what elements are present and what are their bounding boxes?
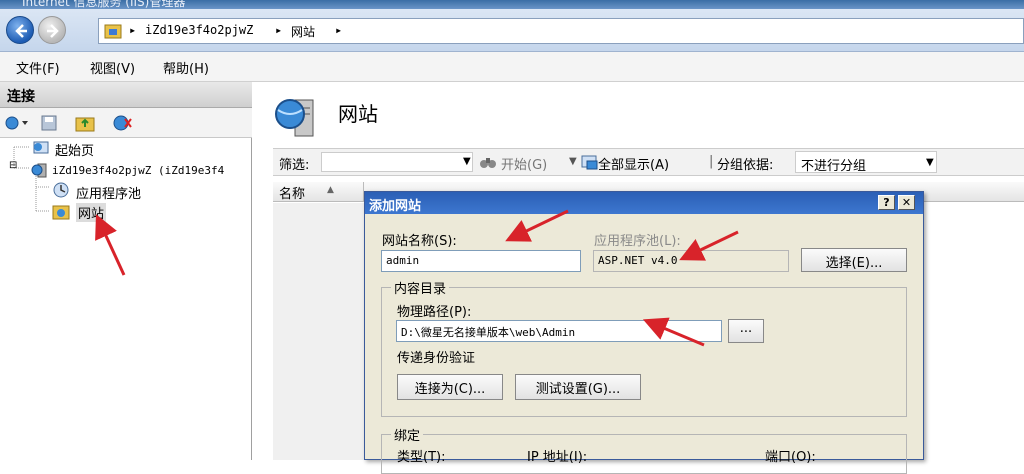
binding-group <box>381 434 907 474</box>
tree-item-start-page[interactable]: 起始页 <box>55 140 94 159</box>
page-title: 网站 <box>338 102 378 126</box>
menu-bar: 文件(F) 视图(V) 帮助(H) <box>0 52 1024 82</box>
content-directory-title: 内容目录 <box>391 278 450 297</box>
close-button[interactable]: ✕ <box>898 195 915 210</box>
breadcrumb-sites[interactable]: 网站 <box>291 23 315 40</box>
breadcrumb-sep: ▸ <box>335 23 343 37</box>
globe-server-icon <box>275 99 314 137</box>
show-all-icon <box>581 155 598 170</box>
filter-dropdown-arrow[interactable]: ▼ <box>463 156 471 167</box>
tree-item-server[interactable]: iZd19e3f4o2pjwZ (iZd19e3f4 <box>52 164 224 177</box>
tree-item-sites[interactable]: 网站 <box>76 203 107 222</box>
pass-through-auth-label: 传递身份验证 <box>397 351 476 366</box>
filter-input[interactable] <box>321 152 473 172</box>
menu-help[interactable]: 帮助(H) <box>163 58 209 77</box>
disconnect-icon[interactable] <box>112 113 132 133</box>
window-title-bar: Internet 信息服务 (IIS)管理器 <box>0 0 1024 9</box>
tree-item-app-pools[interactable]: 应用程序池 <box>76 183 141 202</box>
dialog-title: 添加网站 <box>369 199 422 214</box>
address-field[interactable]: ▸ iZd19e3f4o2pjwZ ▸ 网站 ▸ <box>98 18 1024 44</box>
filter-bar: 筛选: ▼ 开始(G) ▼ 全部显示(A) | 分组依据: 不进行分组 ▼ <box>273 148 1024 176</box>
physical-path-label: 物理路径(P): <box>397 305 472 320</box>
app-pool-field: ASP.NET v4.0 <box>593 250 789 272</box>
test-settings-button[interactable]: 测试设置(G)... <box>515 374 641 400</box>
select-app-pool-button[interactable]: 选择(E)... <box>801 248 907 272</box>
start-page-icon <box>33 141 49 154</box>
dialog-title-bar: 添加网站 <box>365 192 923 214</box>
site-name-input[interactable]: admin <box>381 250 581 272</box>
port-label: 端口(O): <box>765 450 816 465</box>
collapse-toggle[interactable]: ⊟ <box>9 161 17 171</box>
app-pool-icon <box>53 182 69 198</box>
connect-icon[interactable] <box>4 114 30 132</box>
back-button[interactable] <box>6 16 34 44</box>
site-icon <box>52 205 70 220</box>
group-by-label: 分组依据: <box>717 158 774 173</box>
column-name[interactable]: 名称 <box>279 183 305 202</box>
show-all-button[interactable]: 全部显示(A) <box>598 154 669 173</box>
browse-button[interactable]: ... <box>728 319 764 343</box>
breadcrumb-sep: ▸ <box>275 23 283 37</box>
menu-view[interactable]: 视图(V) <box>90 58 135 77</box>
connections-toolbar <box>0 108 252 138</box>
forward-button[interactable] <box>38 16 66 44</box>
connections-header: 连接 <box>0 82 252 108</box>
chevron-down-icon: ▼ <box>926 157 934 168</box>
separator: | <box>709 154 714 169</box>
physical-path-input[interactable]: D:\微星无名接单版本\web\Admin <box>396 320 722 342</box>
app-pool-label: 应用程序池(L): <box>594 234 681 249</box>
up-folder-icon[interactable] <box>75 113 95 133</box>
save-icon[interactable] <box>40 114 58 132</box>
help-button[interactable]: ? <box>878 195 895 210</box>
connect-as-button[interactable]: 连接为(C)... <box>397 374 503 400</box>
binding-title: 绑定 <box>391 425 424 444</box>
menu-file[interactable]: 文件(F) <box>16 58 60 77</box>
forward-arrow-icon <box>47 24 59 38</box>
connections-pane: 连接 ⊟ 起始页 iZd19e3f4o2pjwZ (iZd19e3f4 应用程序… <box>0 82 252 460</box>
sort-asc-icon: ▲ <box>327 185 334 195</box>
start-button[interactable]: 开始(G) <box>501 154 547 173</box>
globe-server-icon <box>31 163 47 178</box>
ip-address-label: IP 地址(I): <box>527 450 588 465</box>
group-by-value: 不进行分组 <box>801 159 867 174</box>
sites-list[interactable] <box>273 203 365 460</box>
start-dropdown-arrow[interactable]: ▼ <box>569 156 577 167</box>
breadcrumb-sep: ▸ <box>129 23 137 37</box>
filter-label: 筛选: <box>279 158 310 173</box>
binding-type-label: 类型(T): <box>397 450 446 465</box>
back-arrow-icon <box>15 24 27 38</box>
window-title: Internet 信息服务 (IIS)管理器 <box>22 0 186 9</box>
address-bar: ▸ iZd19e3f4o2pjwZ ▸ 网站 ▸ <box>0 9 1024 52</box>
binoculars-icon <box>480 158 496 168</box>
add-website-dialog: 添加网站 ? ✕ 网站名称(S): admin 应用程序池(L): ASP.NE… <box>364 191 924 474</box>
breadcrumb-server[interactable]: iZd19e3f4o2pjwZ <box>145 23 253 37</box>
site-name-label: 网站名称(S): <box>382 234 457 249</box>
folder-icon <box>104 24 122 39</box>
group-by-select[interactable]: 不进行分组 ▼ <box>795 151 937 174</box>
